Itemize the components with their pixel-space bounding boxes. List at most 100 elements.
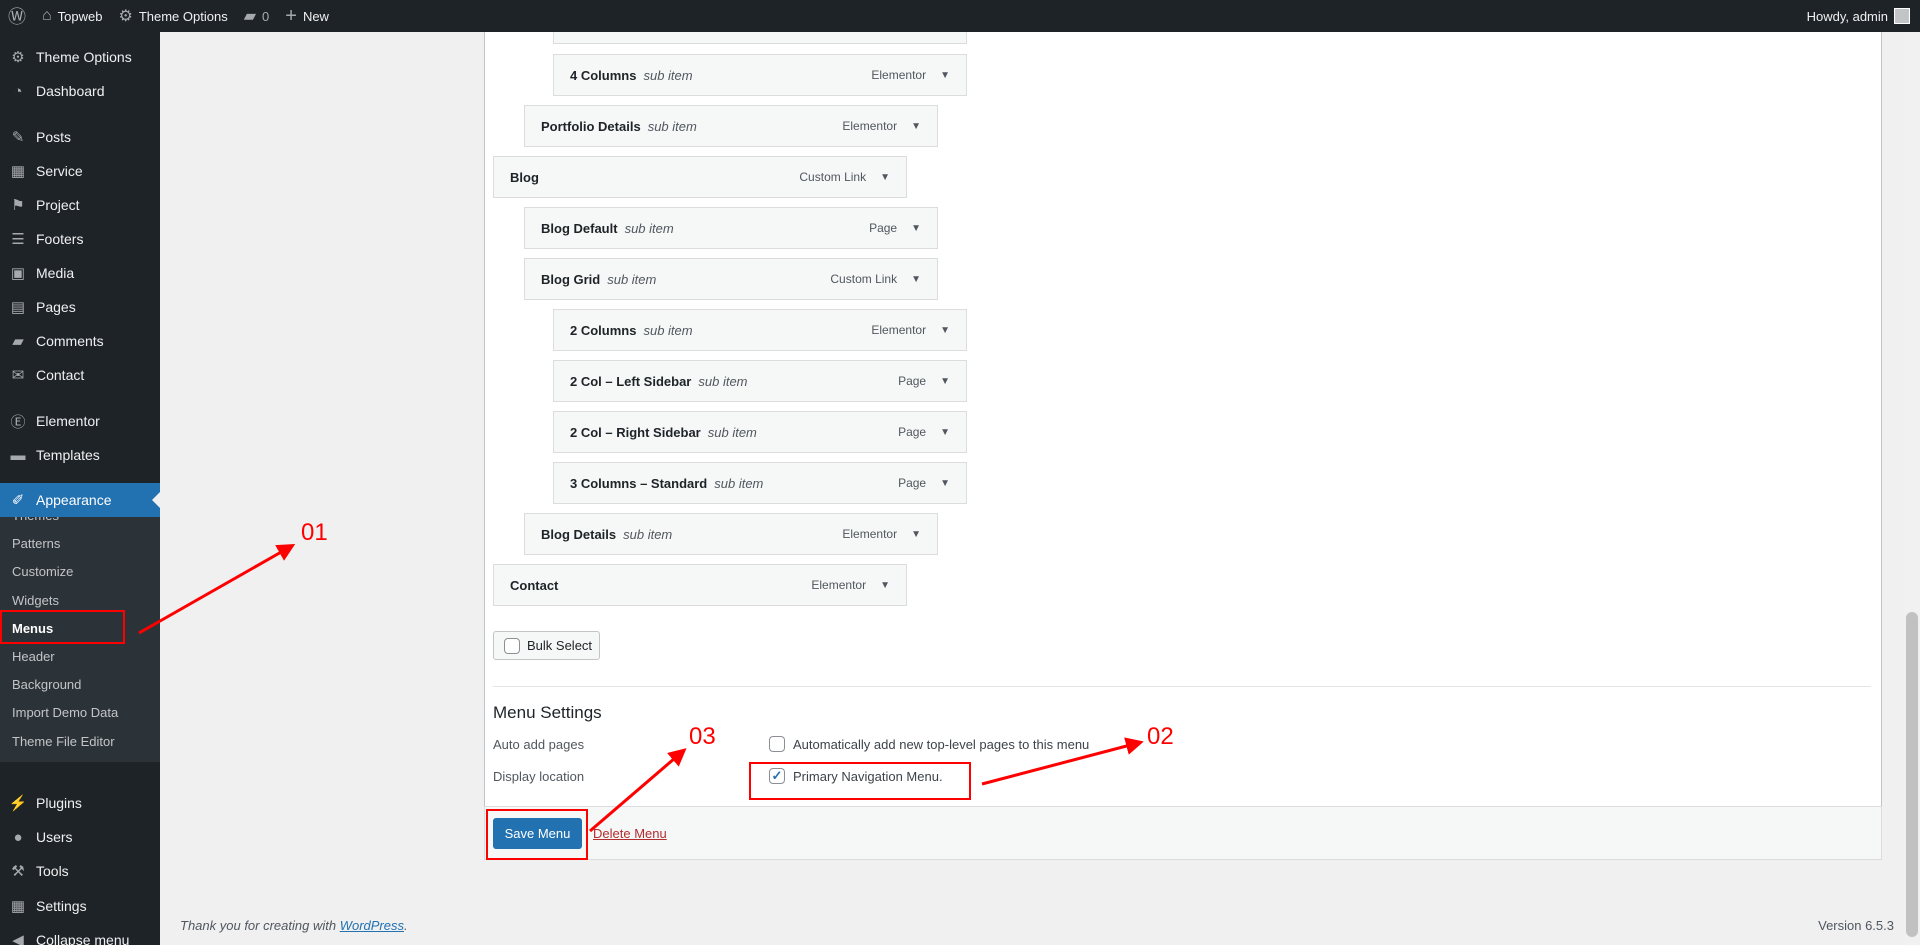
- caret-down-icon[interactable]: ▼: [911, 223, 921, 234]
- annotation-label-02: 02: [1147, 723, 1174, 750]
- sidebar-item-media[interactable]: ▣ Media: [0, 256, 160, 290]
- sidebar-item-label: Posts: [36, 129, 72, 145]
- menu-item-title: Blog: [510, 169, 539, 185]
- menu-item[interactable]: Blog Default sub item Page ▼: [524, 207, 938, 249]
- sidebar-item-label: Users: [36, 829, 73, 845]
- menu-item-type: Elementor: [871, 323, 927, 337]
- menu-item-type: Custom Link: [799, 170, 867, 184]
- auto-add-checkbox[interactable]: [769, 736, 785, 752]
- submenu-item-widgets[interactable]: Widgets: [12, 593, 59, 608]
- sidebar-item-label: Pages: [36, 299, 76, 315]
- sidebar-item-templates[interactable]: ▬ Templates: [0, 438, 160, 472]
- sidebar-item-footers[interactable]: ☰ Footers: [0, 222, 160, 256]
- sidebar-item-comments[interactable]: ▰ Comments: [0, 324, 160, 358]
- comments-link[interactable]: ▰ 0: [236, 0, 278, 32]
- annotation-label-03: 03: [689, 723, 716, 750]
- caret-down-icon[interactable]: ▼: [880, 580, 890, 591]
- menu-item-type: Custom Link: [830, 272, 898, 286]
- scrollbar-thumb[interactable]: [1906, 612, 1918, 937]
- bulk-select-checkbox[interactable]: [504, 637, 520, 654]
- sidebar-item-label: Collapse menu: [36, 932, 130, 945]
- settings-icon: ▦: [10, 898, 26, 915]
- comment-count: 0: [262, 8, 270, 24]
- submenu-item-header[interactable]: Header: [12, 649, 55, 664]
- site-name: Topweb: [57, 8, 103, 24]
- bulk-select-button[interactable]: Bulk Select: [493, 631, 600, 660]
- sidebar-item-elementor[interactable]: Ⓔ Elementor: [0, 404, 160, 438]
- theme-options-link[interactable]: ⚙ Theme Options: [110, 0, 235, 32]
- sidebar-item-settings[interactable]: ▦ Settings: [0, 889, 160, 923]
- sidebar-item-dashboard[interactable]: ◔ Dashboard: [0, 74, 160, 108]
- annotation-box-save: [486, 809, 588, 860]
- plugin-icon: ⚡: [8, 795, 28, 812]
- menu-item-type: Page: [898, 476, 927, 490]
- menu-item-title: 4 Columns: [570, 67, 637, 83]
- menu-item[interactable]: Blog Custom Link ▼: [493, 156, 907, 198]
- caret-down-icon[interactable]: ▼: [940, 478, 950, 489]
- sidebar-item-project[interactable]: ⚑ Project: [0, 188, 160, 222]
- wordpress-link[interactable]: WordPress: [340, 918, 404, 933]
- submenu-item-background[interactable]: Background: [12, 677, 81, 692]
- caret-down-icon[interactable]: ▼: [880, 172, 890, 183]
- sidebar-item-plugins[interactable]: ⚡ Plugins: [0, 786, 160, 820]
- new-label: New: [302, 8, 329, 24]
- sidebar-item-appearance[interactable]: ✐ Appearance: [0, 483, 160, 517]
- menu-item-depth-label: sub item: [707, 424, 757, 440]
- menu-item[interactable]: Contact Elementor ▼: [493, 564, 907, 606]
- account-menu[interactable]: Howdy, admin: [1807, 8, 1920, 24]
- caret-down-icon[interactable]: ▼: [911, 121, 921, 132]
- menu-item[interactable]: 2 Col – Left Sidebar sub item Page ▼: [553, 360, 967, 402]
- caret-down-icon[interactable]: ▼: [940, 325, 950, 336]
- caret-down-icon[interactable]: ▼: [911, 274, 921, 285]
- list-icon: ☰: [11, 231, 25, 248]
- mail-icon: ✉: [11, 367, 25, 384]
- site-name-link[interactable]: ⌂ Topweb: [34, 0, 110, 32]
- submenu-item-theme-file-editor[interactable]: Theme File Editor: [12, 734, 115, 749]
- menu-item[interactable]: 3 Columns – Standard sub item Page ▼: [553, 462, 967, 504]
- delete-menu-link[interactable]: Delete Menu: [593, 826, 667, 841]
- gear-icon: ⚙: [118, 8, 133, 25]
- sidebar-item-label: Settings: [36, 898, 87, 914]
- caret-down-icon[interactable]: ▼: [911, 529, 921, 540]
- user-icon: ●: [13, 828, 23, 846]
- submenu-item-import-demo-data[interactable]: Import Demo Data: [12, 705, 118, 720]
- sidebar-item-collapse-menu[interactable]: ◀ Collapse menu: [0, 923, 160, 945]
- menu-item[interactable]: 2 Col – Right Sidebar sub item Page ▼: [553, 411, 967, 453]
- sidebar-item-users[interactable]: ● Users: [0, 820, 160, 854]
- sidebar-item-contact[interactable]: ✉ Contact: [0, 358, 160, 392]
- thanks-text: Thank you for creating with: [180, 918, 340, 933]
- menu-item-title: Blog Grid: [541, 271, 601, 287]
- caret-down-icon[interactable]: ▼: [940, 376, 950, 387]
- gear-icon: ⚙: [11, 49, 25, 66]
- menu-item[interactable]: 4 Columns sub item Elementor ▼: [553, 54, 967, 96]
- new-content-link[interactable]: + New: [277, 0, 337, 32]
- menu-item[interactable]: 2 Columns sub item Elementor ▼: [553, 309, 967, 351]
- arrow-01: [138, 544, 296, 635]
- menu-item-type: Page: [898, 374, 927, 388]
- sidebar-item-posts[interactable]: ✎ Posts: [0, 120, 160, 154]
- menu-item[interactable]: Blog Details sub item Elementor ▼: [524, 513, 938, 555]
- auto-add-option[interactable]: Automatically add new top-level pages to…: [769, 736, 1089, 752]
- sidebar-item-service[interactable]: ▦ Service: [0, 154, 160, 188]
- bulk-select-label: Bulk Select: [527, 638, 593, 653]
- comment-icon: ▰: [12, 333, 24, 350]
- annotation-box-menus: [0, 610, 125, 644]
- sidebar-item-pages[interactable]: ▤ Pages: [0, 290, 160, 324]
- sidebar-item-tools[interactable]: ⚒ Tools: [0, 854, 160, 888]
- submenu-item-customize[interactable]: Customize: [12, 564, 73, 579]
- menu-item[interactable]: Blog Grid sub item Custom Link ▼: [524, 258, 938, 300]
- sidebar-item-label: Theme Options: [36, 49, 132, 65]
- folder-icon: ▬: [10, 446, 26, 464]
- wp-logo-button[interactable]: Ⓦ: [0, 0, 34, 32]
- submenu-item-patterns[interactable]: Patterns: [12, 536, 60, 551]
- menu-item[interactable]: Portfolio Details sub item Elementor ▼: [524, 105, 938, 147]
- sidebar-item-label: Contact: [36, 367, 85, 383]
- menu-item-type: Page: [869, 221, 898, 235]
- caret-down-icon[interactable]: ▼: [940, 427, 950, 438]
- menu-item-depth-label: sub item: [698, 373, 748, 389]
- sidebar-item-theme-options[interactable]: ⚙ Theme Options: [0, 40, 160, 74]
- period: .: [404, 918, 408, 933]
- caret-down-icon[interactable]: ▼: [940, 70, 950, 81]
- pages-icon: ▤: [10, 299, 26, 316]
- menu-item-title: 2 Col – Right Sidebar: [570, 424, 701, 440]
